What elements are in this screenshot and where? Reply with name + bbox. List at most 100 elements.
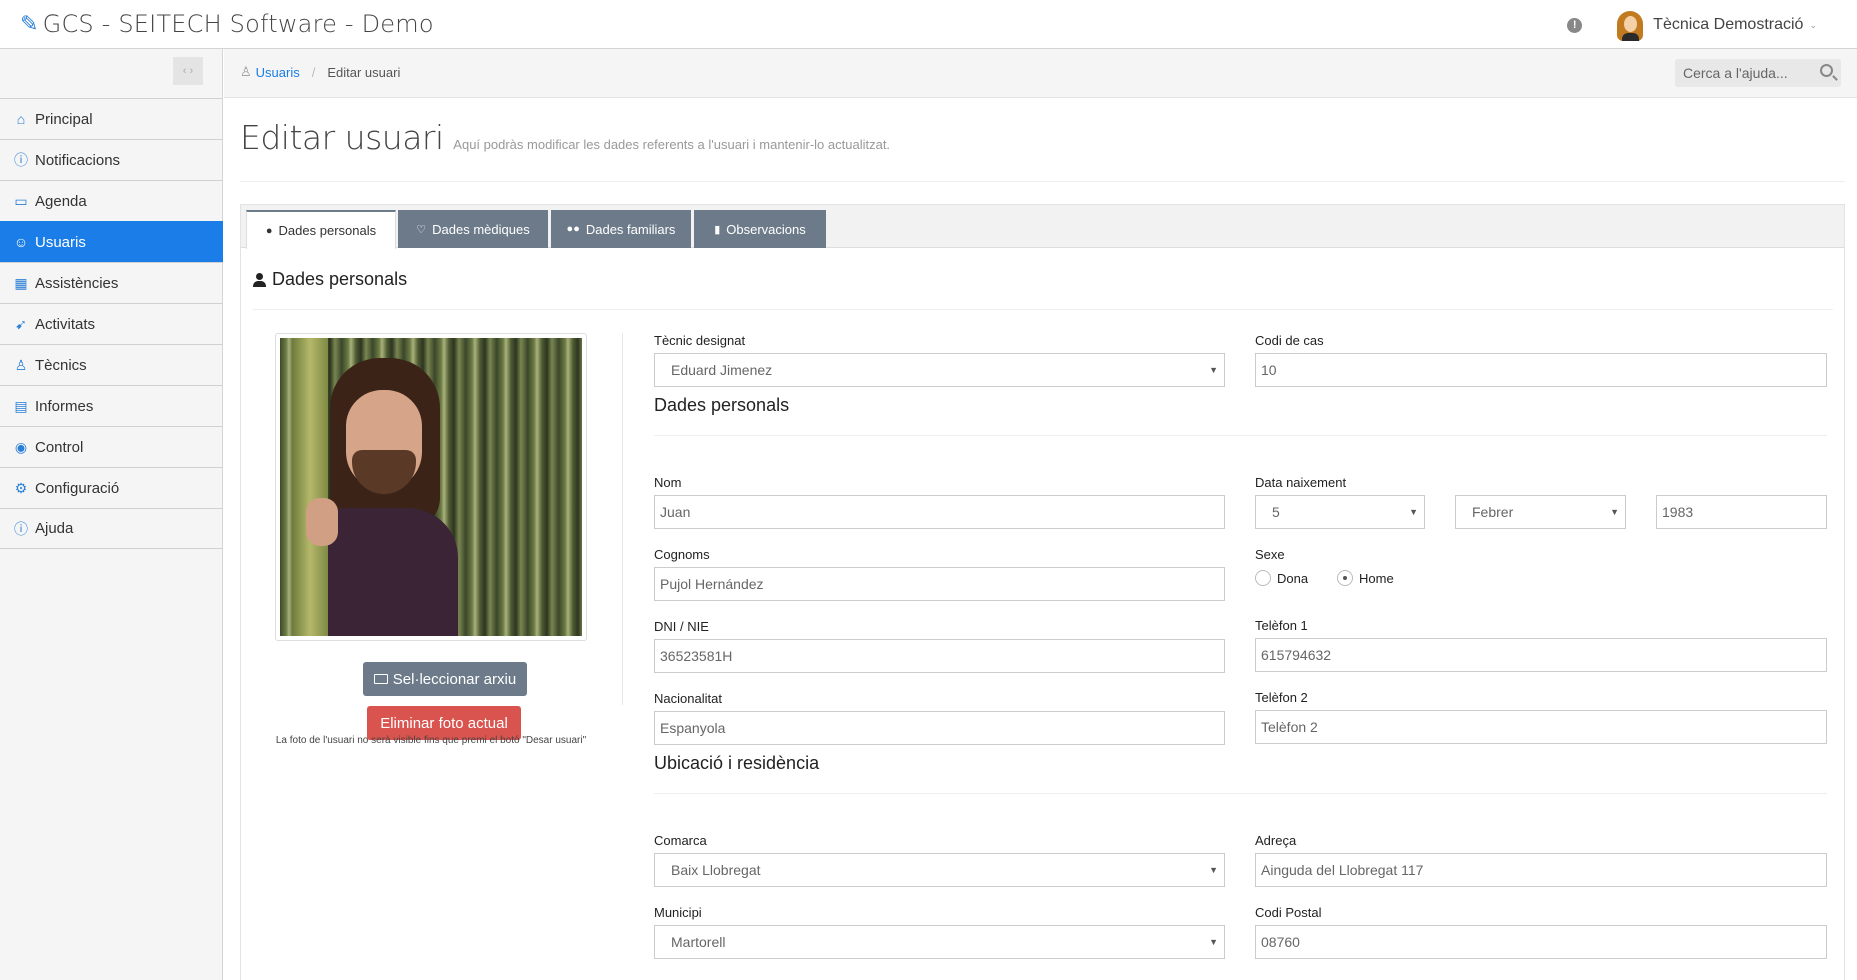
chevron-down-icon[interactable]: ⌄ bbox=[1809, 20, 1817, 31]
sidebar-item-agenda[interactable]: ▭ Agenda bbox=[0, 180, 223, 221]
cognoms-label: Cognoms bbox=[654, 547, 710, 562]
birth-month-select[interactable]: Febrer ▼ bbox=[1455, 495, 1626, 529]
sidebar-item-label: Informes bbox=[35, 397, 94, 415]
sidebar: ‹ › ⌂ Principal ⓘ Notificacions ▭ Agenda ☺ U… bbox=[0, 49, 223, 980]
tab-observacions[interactable]: ▮ Observacions bbox=[694, 210, 826, 248]
cognoms-input[interactable]: Pujol Hernández bbox=[654, 567, 1225, 601]
sexe-option-dona[interactable]: Dona bbox=[1255, 570, 1308, 586]
book-icon: ▭ bbox=[14, 192, 28, 209]
tab-label: Dades mèdiques bbox=[432, 221, 530, 237]
codi-postal-input[interactable]: 08760 bbox=[1255, 925, 1827, 959]
sexe-option-home[interactable]: Home bbox=[1337, 570, 1394, 586]
comarca-label: Comarca bbox=[654, 833, 707, 848]
users-icon: ●● bbox=[566, 223, 580, 235]
sidebar-item-label: Configuració bbox=[35, 479, 120, 497]
user-icon: ♙ bbox=[14, 356, 28, 373]
sidebar-collapse-toggle[interactable]: ‹ › bbox=[173, 57, 203, 85]
sidebar-item-label: Usuaris bbox=[35, 233, 86, 251]
eye-icon: ◉ bbox=[14, 438, 28, 455]
sidebar-item-configuracio[interactable]: ⚙ Configuració bbox=[0, 467, 223, 508]
sidebar-item-label: Tècnics bbox=[35, 356, 87, 374]
user-avatar[interactable] bbox=[1616, 9, 1644, 41]
birth-year-input[interactable]: 1983 bbox=[1656, 495, 1827, 529]
breadcrumb-separator: / bbox=[311, 64, 316, 80]
calendar-icon: ▦ bbox=[14, 274, 28, 291]
telefon2-input[interactable]: Telèfon 2 bbox=[1255, 710, 1827, 744]
help-search-box[interactable] bbox=[1675, 59, 1841, 87]
telefon1-label: Telèfon 1 bbox=[1255, 618, 1308, 633]
caret-down-icon: ▼ bbox=[1409, 507, 1418, 517]
document-icon: ▤ bbox=[14, 397, 28, 414]
personal-data-header: Dades personals bbox=[654, 395, 790, 415]
radio-home-label: Home bbox=[1359, 570, 1394, 586]
tab-panel: ● Dades personals ♡ Dades mèdiques ●● Dades… bbox=[240, 204, 1845, 980]
municipi-label: Municipi bbox=[654, 905, 702, 920]
nacionalitat-input[interactable]: Espanyola bbox=[654, 711, 1225, 745]
gear-icon: ⚙ bbox=[14, 479, 28, 496]
municipi-select[interactable]: Martorell ▼ bbox=[654, 925, 1225, 959]
folder-open-icon bbox=[373, 674, 388, 684]
sidebar-item-notificacions[interactable]: ⓘ Notificacions bbox=[0, 139, 223, 180]
main-content: Editar usuari Aquí podràs modificar les … bbox=[224, 98, 1845, 980]
caret-down-icon: ▼ bbox=[1209, 865, 1218, 875]
sidebar-item-informes[interactable]: ▤ Informes bbox=[0, 385, 223, 426]
adreca-input[interactable]: Ainguda del Llobregat 117 bbox=[1255, 853, 1827, 887]
exclamation-circle-icon: ⓘ bbox=[14, 152, 28, 168]
sidebar-item-label: Notificacions bbox=[35, 151, 121, 169]
tab-dades-personals[interactable]: ● Dades personals bbox=[246, 210, 396, 249]
sidebar-item-ajuda[interactable]: ⓘ Ajuda bbox=[0, 508, 223, 549]
tecnic-value: Eduard Jimenez bbox=[671, 362, 773, 378]
tecnic-select[interactable]: Eduard Jimenez ▼ bbox=[654, 353, 1225, 387]
personal-data-divider bbox=[654, 435, 1827, 436]
users-icon: ♙ bbox=[240, 64, 252, 79]
telefon1-input[interactable]: 615794632 bbox=[1255, 638, 1827, 672]
caret-down-icon: ▼ bbox=[1610, 507, 1619, 517]
tab-strip: ● Dades personals ♡ Dades mèdiques ●● Dades… bbox=[241, 205, 1844, 249]
sidebar-item-label: Ajuda bbox=[35, 520, 74, 537]
book-icon: ▮ bbox=[714, 223, 721, 236]
codi-cas-label: Codi de cas bbox=[1255, 333, 1324, 348]
select-file-button[interactable]: Sel·leccionar arxiu bbox=[363, 662, 527, 696]
municipi-value: Martorell bbox=[671, 934, 726, 950]
sidebar-item-principal[interactable]: ⌂ Principal bbox=[0, 98, 223, 139]
sidebar-item-label: Principal bbox=[35, 110, 93, 128]
app-brand[interactable]: ✎ GCS - SEITECH Software - Demo bbox=[20, 10, 434, 38]
breadcrumb-bar: ♙ Usuaris / Editar usuari bbox=[224, 49, 1857, 98]
section-divider bbox=[253, 309, 1833, 310]
radio-dona[interactable] bbox=[1255, 570, 1271, 586]
nom-input[interactable]: Juan bbox=[654, 495, 1225, 529]
birth-day-select[interactable]: 5 ▼ bbox=[1255, 495, 1425, 529]
sidebar-item-label: Control bbox=[35, 438, 84, 456]
nacionalitat-label: Nacionalitat bbox=[654, 691, 722, 706]
column-divider bbox=[622, 333, 623, 705]
comarca-select[interactable]: Baix Llobregat ▼ bbox=[654, 853, 1225, 887]
photo-note: La foto de l'usuari no serà visible fins… bbox=[275, 735, 587, 746]
codi-cas-input[interactable]: 10 bbox=[1255, 353, 1827, 387]
telefon2-label: Telèfon 2 bbox=[1255, 690, 1308, 705]
paperclip-icon: ✎ bbox=[20, 11, 39, 37]
comarca-value: Baix Llobregat bbox=[671, 862, 761, 878]
sidebar-item-tecnics[interactable]: ♙ Tècnics bbox=[0, 344, 223, 385]
sidebar-nav: ⌂ Principal ⓘ Notificacions ▭ Agenda ☺ Usuar… bbox=[0, 98, 223, 549]
sidebar-item-usuaris[interactable]: ☺ Usuaris bbox=[0, 221, 223, 262]
radio-home[interactable] bbox=[1337, 570, 1353, 586]
nom-label: Nom bbox=[654, 475, 682, 490]
tab-dades-familiars[interactable]: ●● Dades familiars bbox=[551, 210, 691, 248]
sidebar-item-assistencies[interactable]: ▦ Assistències bbox=[0, 262, 223, 303]
user-icon bbox=[253, 272, 266, 287]
dni-input[interactable]: 36523581H bbox=[654, 639, 1225, 673]
sidebar-item-activitats[interactable]: ➹ Activitats bbox=[0, 303, 223, 344]
tab-dades-mediques[interactable]: ♡ Dades mèdiques bbox=[398, 210, 548, 248]
breadcrumb-link-usuaris[interactable]: Usuaris bbox=[256, 65, 300, 80]
radio-dona-label: Dona bbox=[1277, 570, 1309, 586]
user-photo bbox=[280, 338, 582, 636]
search-icon[interactable] bbox=[1820, 64, 1833, 77]
help-search-input[interactable] bbox=[1683, 65, 1813, 81]
notification-alert-icon[interactable]: ! bbox=[1567, 17, 1583, 33]
user-name[interactable]: Tècnica Demostració bbox=[1653, 16, 1803, 34]
paper-plane-icon: ➹ bbox=[15, 315, 27, 332]
caret-down-icon: ▼ bbox=[1209, 937, 1218, 947]
delete-photo-label: Eliminar foto actual bbox=[380, 714, 508, 732]
sidebar-item-control[interactable]: ◉ Control bbox=[0, 426, 223, 467]
dni-label: DNI / NIE bbox=[654, 619, 709, 634]
